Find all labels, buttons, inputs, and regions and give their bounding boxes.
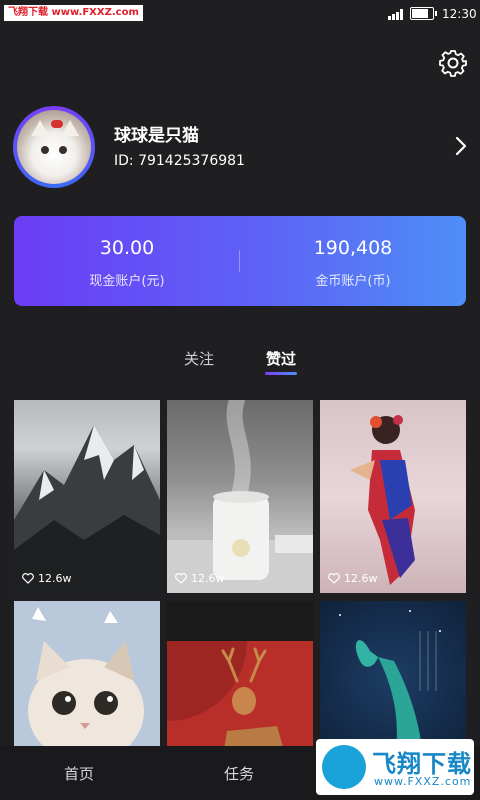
heart-icon: [22, 573, 34, 584]
tab-underline: [265, 372, 297, 375]
account-card: 30.00 现金账户(元) 190,408 金币账户(币): [14, 216, 466, 306]
profile-name: 球球是只猫: [114, 126, 199, 146]
nav-home[interactable]: 首页: [64, 763, 94, 784]
signal-icon: [388, 9, 406, 20]
chevron-right-icon[interactable]: [452, 134, 470, 158]
model-image: [350, 415, 415, 585]
status-bar: 飞翔下载 www.FXXZ.com 12:30: [0, 0, 480, 28]
content-tabs: 关注 赞过: [0, 346, 480, 376]
heart-icon: [328, 573, 340, 584]
heart-icon: [175, 573, 187, 584]
mountain-image: [14, 425, 160, 593]
like-count-text: 12.6w: [38, 572, 72, 585]
grid-item-model[interactable]: 12.6w: [320, 400, 466, 593]
watermark-label: 飞翔下载 www.FXXZ.com: [4, 5, 143, 21]
like-count-text: 12.6w: [344, 572, 378, 585]
watermark-url: www.FXXZ.com: [374, 775, 472, 788]
like-count-text: 12.6w: [191, 572, 225, 585]
battery-icon: [410, 7, 437, 20]
coin-label: 金币账户(币): [315, 274, 391, 289]
grid-item-humidifier[interactable]: 12.6w: [167, 400, 313, 593]
watermark-badge: 飞翔下载 www.FXXZ.com: [316, 739, 474, 795]
like-count: 12.6w: [22, 572, 72, 585]
grid-item-mountain[interactable]: 12.6w: [14, 400, 160, 593]
like-count: 12.6w: [328, 572, 378, 585]
watermark-title: 飞翔下载: [372, 750, 472, 778]
nav-tasks[interactable]: 任务: [224, 763, 254, 784]
settings-gear-icon[interactable]: [438, 48, 468, 78]
watermark-logo-icon: [322, 745, 366, 789]
cash-value: 30.00: [99, 237, 155, 259]
humidifier-image: [167, 400, 313, 593]
avatar-image: [17, 110, 91, 184]
cash-label: 现金账户(元): [89, 274, 165, 289]
cash-account[interactable]: 30.00 现金账户(元): [14, 216, 240, 306]
status-time: 12:30: [442, 7, 477, 21]
like-count: 12.6w: [175, 572, 225, 585]
coin-value: 190,408: [313, 237, 393, 259]
coin-account[interactable]: 190,408 金币账户(币): [240, 216, 466, 306]
profile-id: ID: 791425376981: [114, 153, 245, 169]
tab-following[interactable]: 关注: [169, 348, 229, 369]
avatar[interactable]: [13, 106, 95, 188]
tab-liked[interactable]: 赞过: [251, 348, 311, 369]
